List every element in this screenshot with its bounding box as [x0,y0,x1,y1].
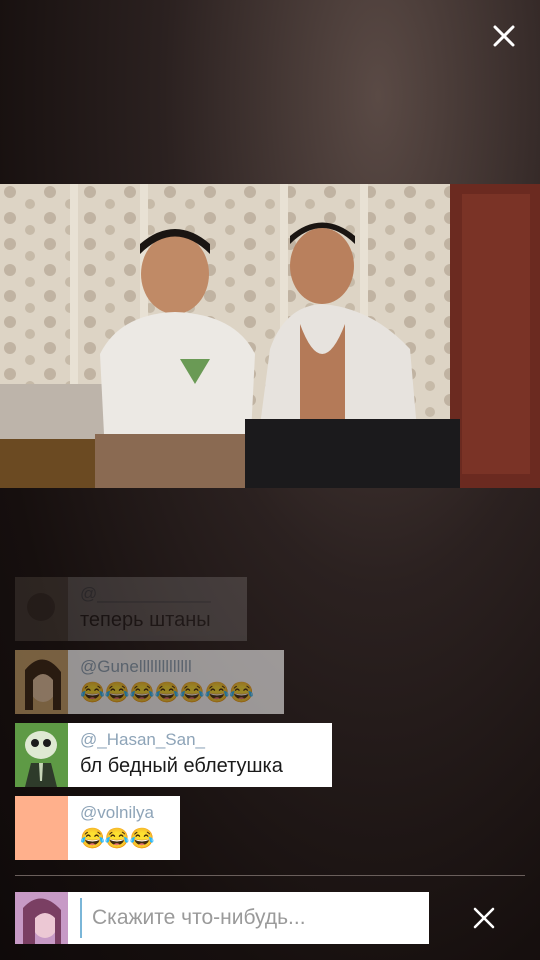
comment-input[interactable] [80,898,429,938]
comment-username: @_Hasan_San_ [80,730,206,749]
comment-composer [15,892,429,944]
comment-message: бл бедный еблетушка [80,755,283,777]
avatar [15,796,68,860]
avatar [15,892,68,944]
avatar [15,650,68,714]
comment-message: 😂😂😂 [80,828,155,850]
close-icon [473,907,495,929]
comment-username: @volnilya [80,803,154,822]
comment-item[interactable]: @_Hasan_San_ бл бедный еблетушка [15,723,332,787]
comment-item[interactable]: @____________ теперь штаны [15,577,247,641]
close-comments-button[interactable] [470,904,498,932]
comment-item[interactable]: @Gunellllllllllllll 😂😂😂😂😂😂😂 [15,650,284,714]
comment-message: теперь штаны [80,609,211,631]
comment-message: 😂😂😂😂😂😂😂 [80,682,255,704]
comment-item[interactable]: @volnilya 😂😂😂 [15,796,180,860]
comment-username: @____________ [80,584,211,603]
live-stream-screen: @____________ теперь штаны @Gunellllllll… [0,0,540,960]
comment-username: @Gunellllllllllllll [80,657,192,676]
close-stream-button[interactable] [488,20,520,52]
divider [15,875,525,876]
video-frame-image [0,184,540,488]
avatar [15,723,68,787]
avatar [15,577,68,641]
close-icon [493,25,515,47]
video-stream[interactable] [0,184,540,488]
